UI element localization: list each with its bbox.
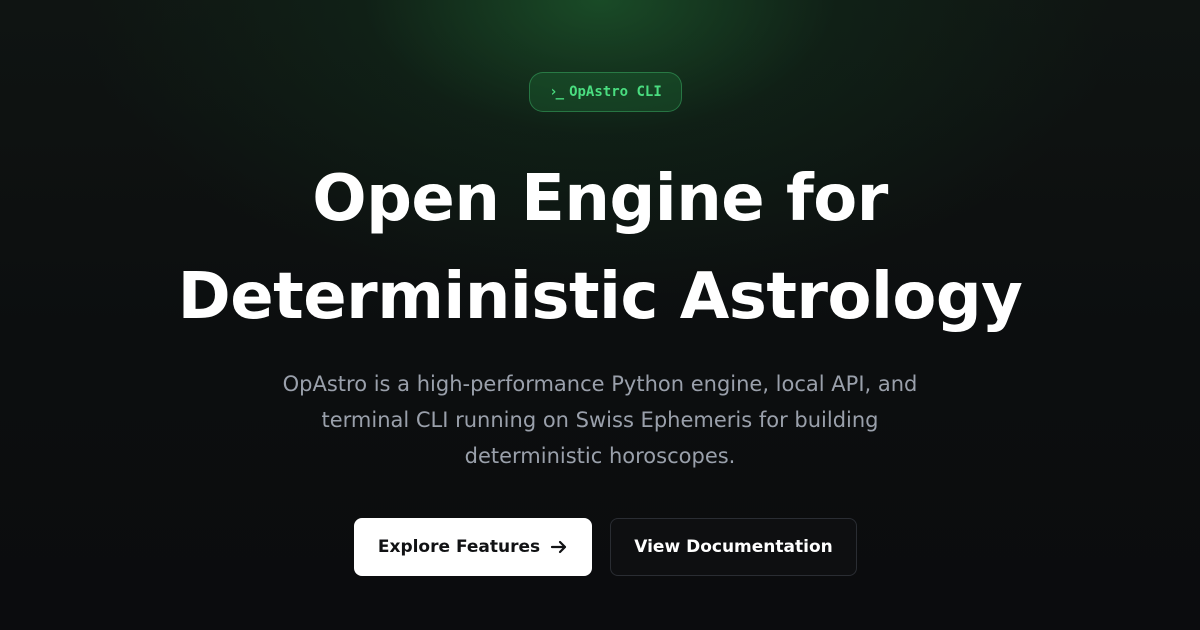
subtitle-line-1: OpAstro is a high-performance Python eng… — [282, 372, 918, 396]
product-badge: ›_ OpAstro CLI — [529, 72, 682, 112]
view-documentation-label: View Documentation — [634, 537, 833, 557]
badge-label: OpAstro CLI — [569, 84, 662, 100]
subtitle-line-2: terminal CLI running on Swiss Ephemeris … — [321, 408, 879, 432]
view-documentation-button[interactable]: View Documentation — [610, 518, 857, 576]
subtitle-line-3: deterministic horoscopes. — [464, 444, 736, 468]
page-title: Open Engine for Deterministic Astrology — [0, 150, 1200, 346]
title-line-1: Open Engine for — [312, 162, 888, 236]
explore-features-button[interactable]: Explore Features — [354, 518, 592, 576]
terminal-prompt-icon: ›_ — [549, 84, 564, 100]
arrow-right-icon — [550, 538, 568, 556]
title-line-2: Deterministic Astrology — [177, 260, 1023, 334]
explore-features-label: Explore Features — [377, 537, 541, 557]
page-subtitle: OpAstro is a high-performance Python eng… — [250, 366, 950, 474]
